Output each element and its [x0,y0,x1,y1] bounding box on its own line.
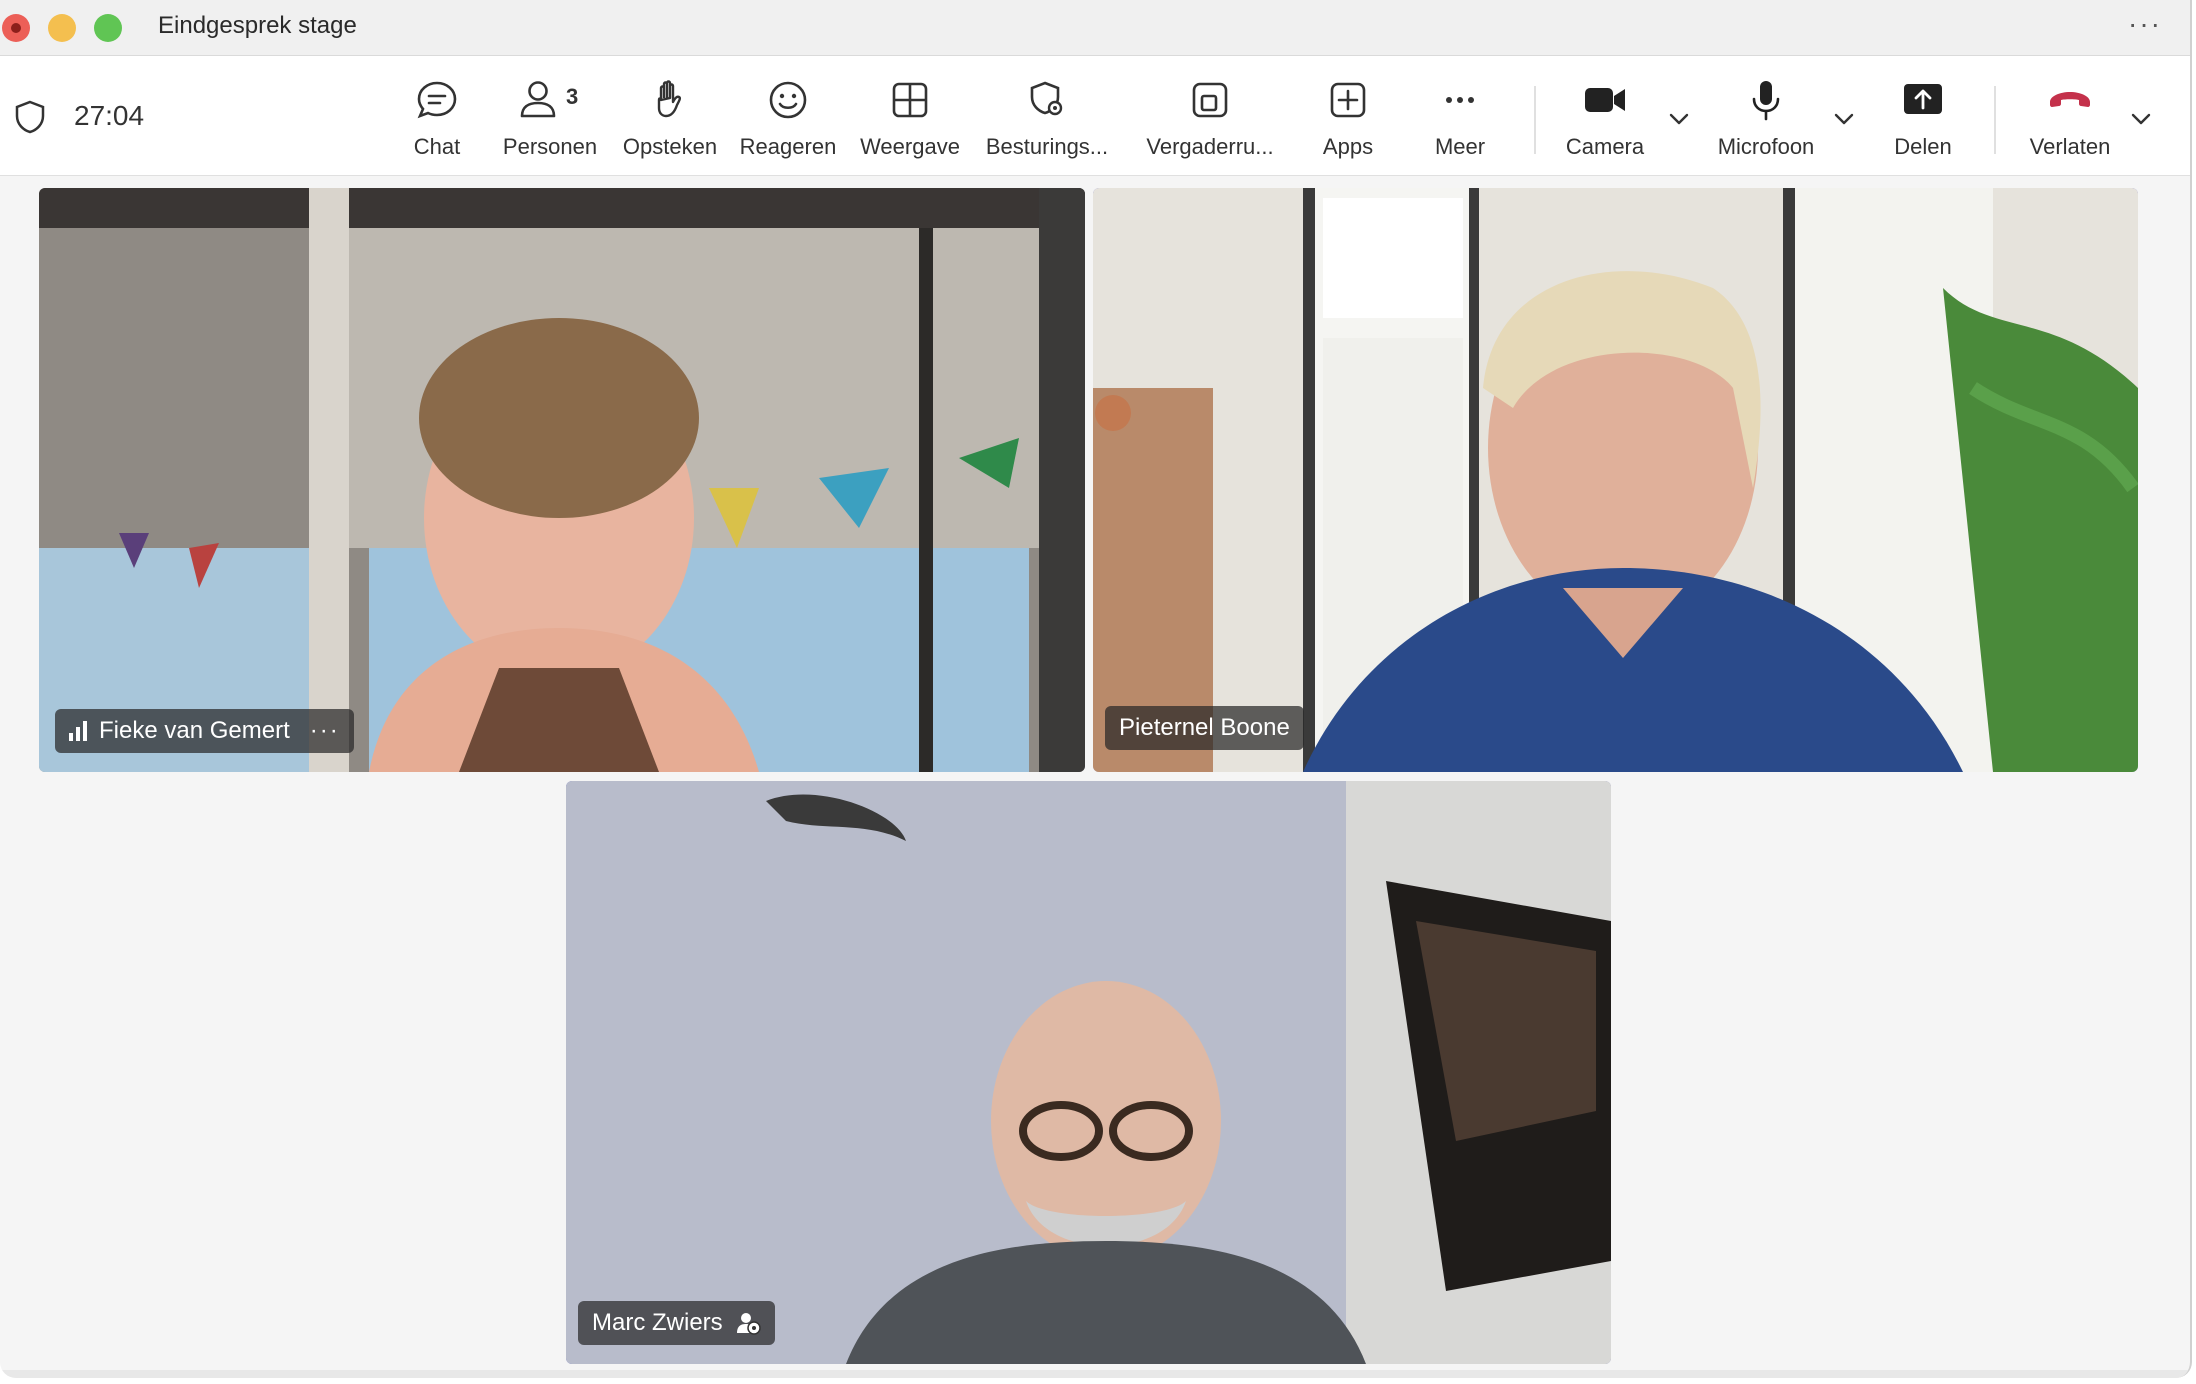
react-label: Reageren [739,134,837,159]
participant-video-marc [566,781,1611,1364]
add-app-icon [1324,76,1372,124]
meeting-toolbar: 27:04 Chat 3 Personen Opsteken Reageren … [0,56,2190,176]
controls-button[interactable]: Besturings... [982,76,1112,166]
participant-name: Marc Zwiers [592,1309,723,1336]
people-button[interactable]: 3 Personen [500,76,600,166]
video-tile-pieternel[interactable]: Pieternel Boone [1093,188,2138,772]
apps-label: Apps [1322,134,1374,159]
chat-label: Chat [413,134,461,159]
grid-view-icon [886,76,934,124]
title-more-button[interactable]: ··· [2128,8,2162,40]
video-camera-icon [1581,76,1629,124]
participant-more-button[interactable]: ··· [310,717,340,745]
controls-label: Besturings... [985,134,1109,159]
view-button[interactable]: Weergave [860,76,960,166]
window-bottom-edge [0,1370,2190,1378]
leave-options-chevron-icon[interactable] [2128,106,2154,132]
react-button[interactable]: Reageren [738,76,838,166]
rooms-icon [1186,76,1234,124]
maximize-window-button[interactable] [94,14,122,42]
video-tile-fieke[interactable]: Fieke van Gemert ··· [39,188,1085,772]
organizer-icon [736,1313,761,1335]
people-label: Personen [502,134,598,159]
shield-icon [15,100,45,134]
participant-name: Pieternel Boone [1119,714,1290,741]
participant-video-pieternel [1093,188,2138,772]
video-tile-marc[interactable]: Marc Zwiers [566,781,1611,1364]
microphone-options-chevron-icon[interactable] [1831,106,1857,132]
ellipsis-icon [1436,76,1484,124]
more-label: Meer [1434,134,1486,159]
nameplate-pieternel: Pieternel Boone [1105,706,1304,750]
camera-button[interactable]: Camera [1555,76,1655,166]
nameplate-marc: Marc Zwiers [578,1301,775,1345]
camera-options-chevron-icon[interactable] [1666,106,1692,132]
hang-up-icon [2046,76,2094,124]
people-count-badge: 3 [566,84,579,109]
teams-meeting-window: Eindgesprek stage ··· 27:04 Chat 3 Perso… [0,0,2192,1378]
chat-icon [413,76,461,124]
signal-strength-icon [69,721,87,741]
microphone-label: Microfoon [1717,134,1815,159]
breakout-rooms-button[interactable]: Vergaderru... [1142,76,1278,166]
people-icon: 3 [510,76,590,124]
breakout-rooms-label: Vergaderru... [1146,134,1274,159]
close-icon [11,23,21,33]
minimize-window-button[interactable] [48,14,76,42]
shield-gear-icon [1023,76,1071,124]
microphone-icon [1742,76,1790,124]
title-bar: Eindgesprek stage ··· [0,0,2190,56]
toolbar-divider [1534,86,1536,154]
meeting-timer: 27:04 [74,100,145,131]
participant-video-fieke [39,188,1085,772]
more-button[interactable]: Meer [1420,76,1500,166]
share-label: Delen [1894,134,1952,159]
raise-hand-button[interactable]: Opsteken [620,76,720,166]
view-label: Weergave [860,134,960,159]
window-title: Eindgesprek stage [158,12,357,39]
share-screen-icon [1899,76,1947,124]
close-window-button[interactable] [2,14,30,42]
toolbar-divider-2 [1994,86,1996,154]
smiley-icon [764,76,812,124]
raise-hand-label: Opsteken [622,134,718,159]
participant-name: Fieke van Gemert [99,717,290,744]
nameplate-fieke: Fieke van Gemert ··· [55,709,354,753]
chat-button[interactable]: Chat [407,76,467,166]
camera-label: Camera [1565,134,1645,159]
leave-button[interactable]: Verlaten [2020,76,2120,166]
leave-label: Verlaten [2029,134,2111,159]
apps-button[interactable]: Apps [1318,76,1378,166]
hand-icon [646,76,694,124]
microphone-button[interactable]: Microfoon [1706,76,1826,166]
share-button[interactable]: Delen [1883,76,1963,166]
